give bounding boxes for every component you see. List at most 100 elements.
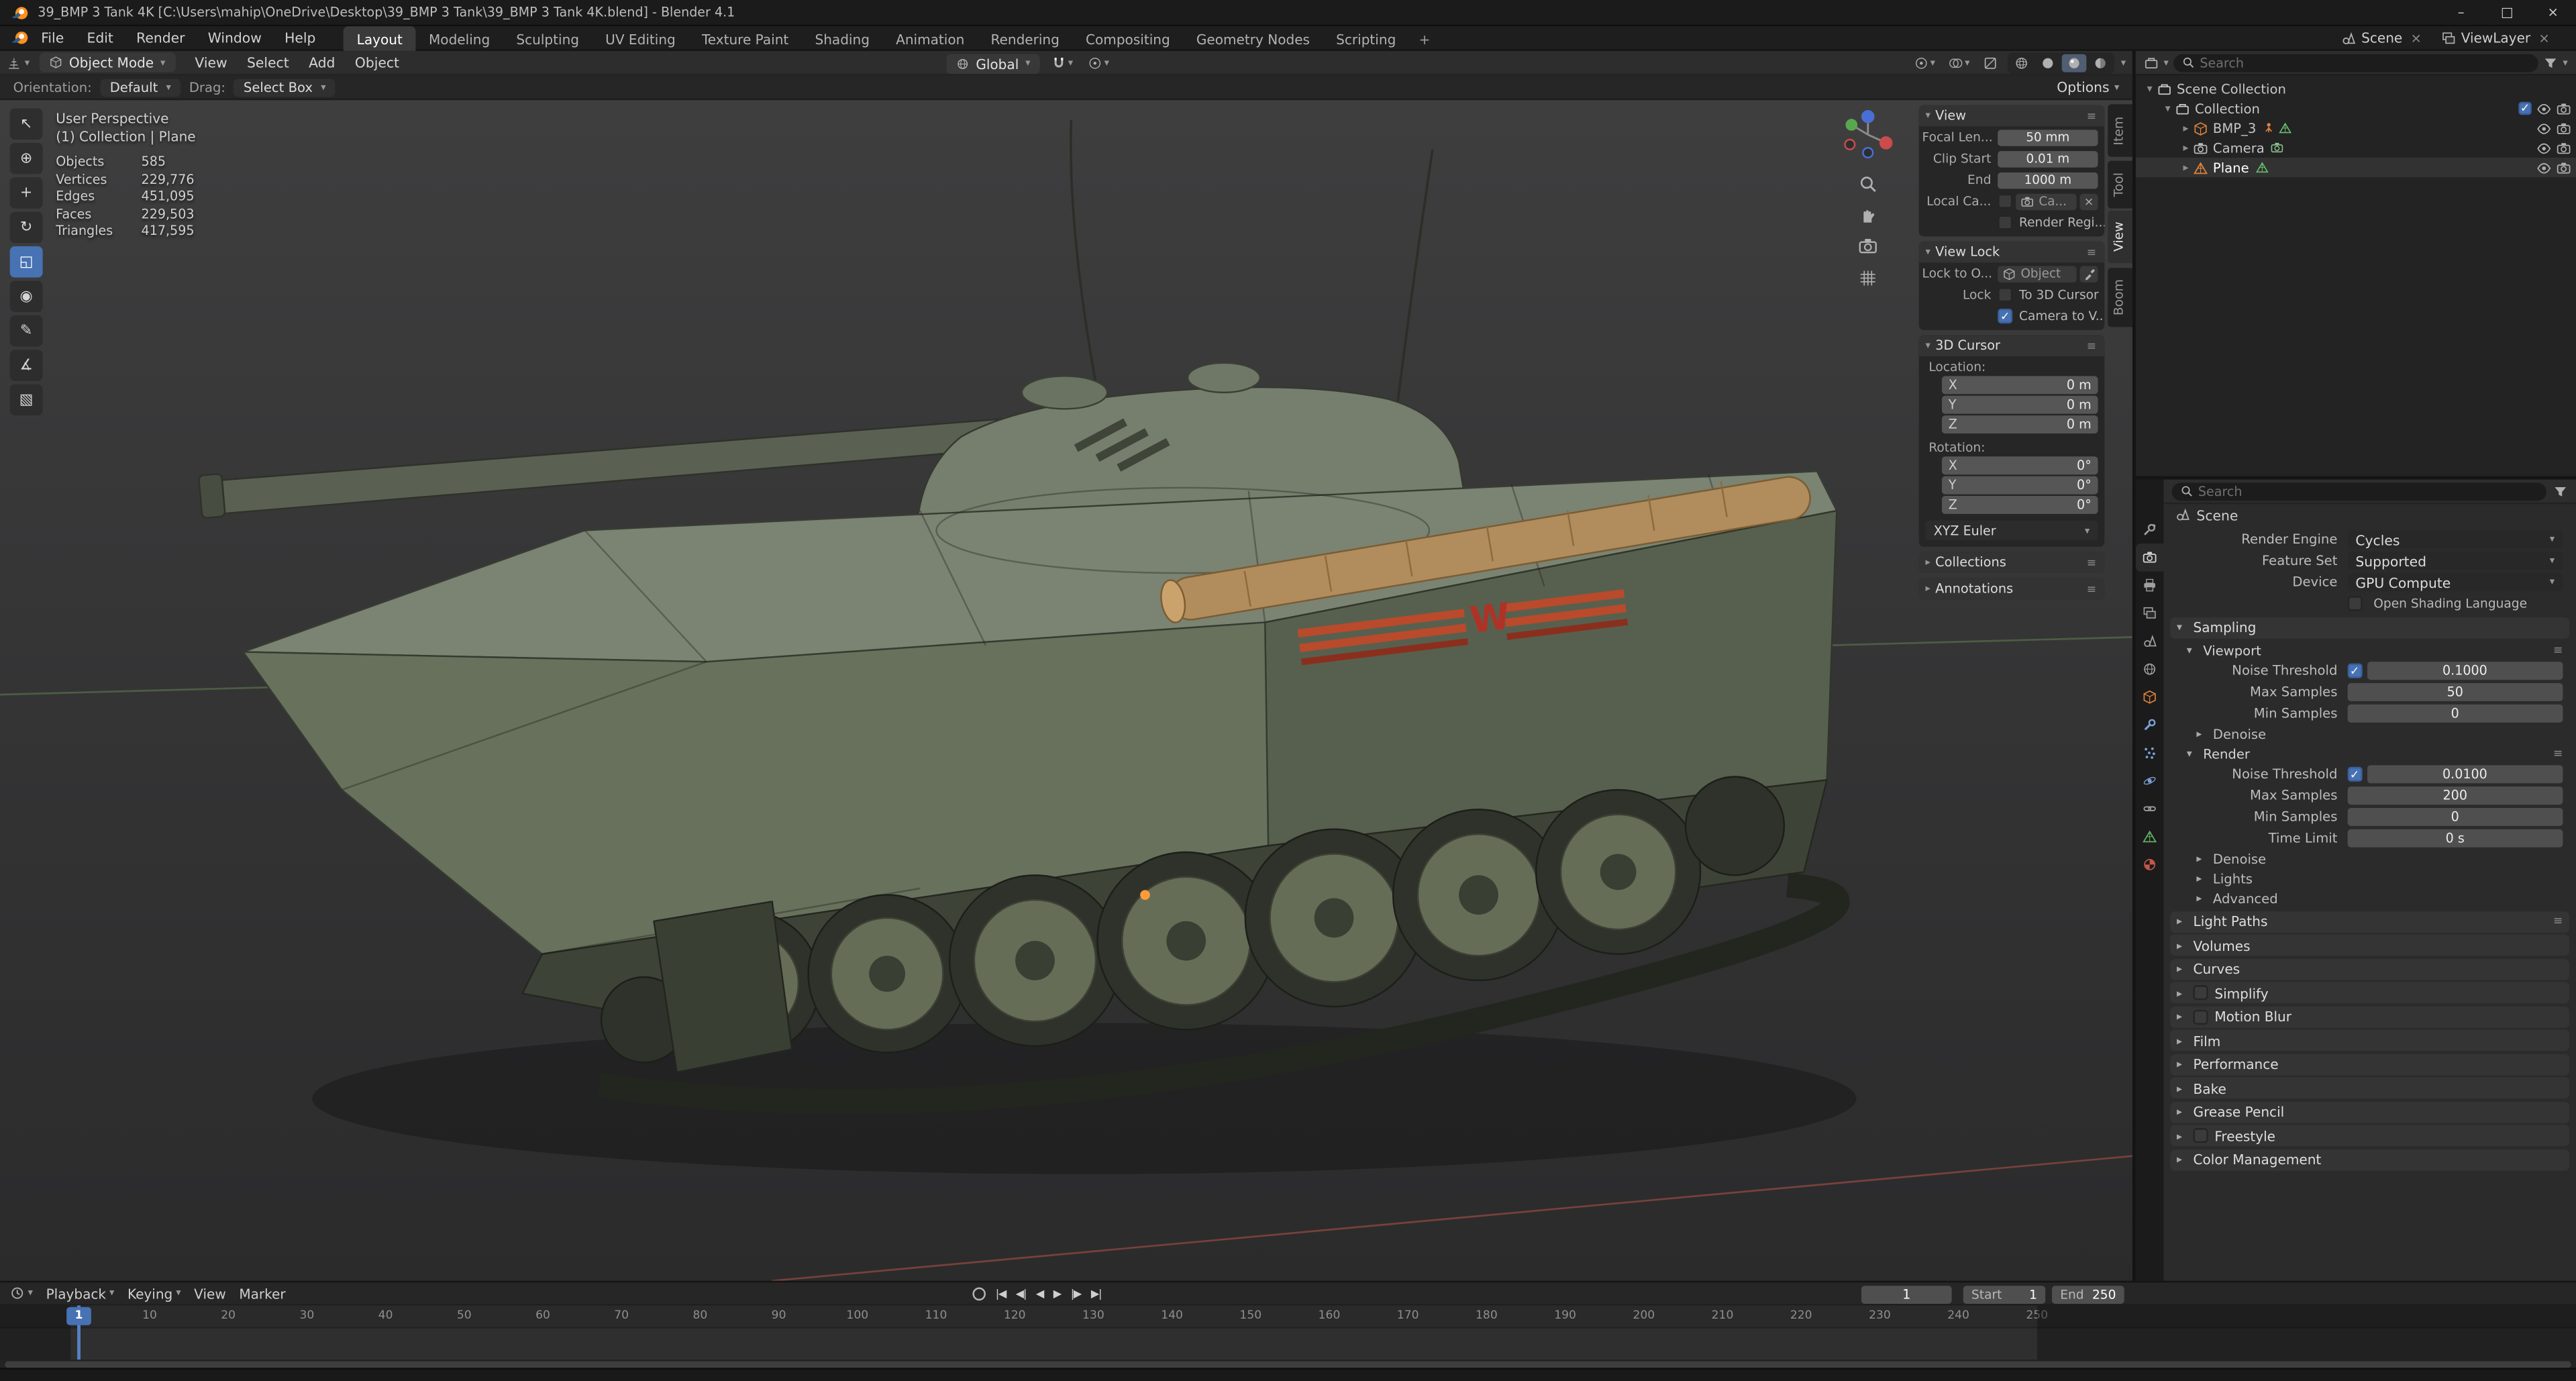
shading-material-button[interactable] xyxy=(2061,54,2087,72)
timeline-menu-view[interactable]: View xyxy=(187,1285,232,1301)
render-region-checkbox[interactable]: ✓ xyxy=(1998,215,2013,230)
frame-start-field[interactable]: Start 1 xyxy=(1963,1284,2046,1303)
chevron-right-icon[interactable]: ▸ xyxy=(2178,121,2193,135)
play-button[interactable]: ▶ xyxy=(1053,1288,1062,1301)
shading-dropdown-icon[interactable]: ▾ xyxy=(2121,58,2126,69)
sampling-render-header[interactable]: ▾ Render ≡ xyxy=(2163,744,2576,764)
panel-freestyle[interactable]: ▸ ✓ Freestyle xyxy=(2170,1125,2570,1147)
workspace-tab-compositing[interactable]: Compositing xyxy=(1072,25,1183,50)
axis-gizmo[interactable] xyxy=(1840,107,1896,162)
menu-file[interactable]: File xyxy=(30,25,75,50)
prev-keyframe-button[interactable]: ◀| xyxy=(1016,1288,1027,1301)
transform-orientation-select[interactable]: Global ▾ xyxy=(946,53,1041,73)
sidebar-tab-tool[interactable]: Tool xyxy=(2108,160,2132,208)
timeline-editor-type-button[interactable]: ▾ xyxy=(10,1286,33,1300)
panel-color-management[interactable]: ▸ Color Management xyxy=(2170,1148,2570,1170)
tank-model[interactable]: W xyxy=(198,119,1850,1114)
osl-checkbox[interactable]: ✓ xyxy=(2347,596,2363,611)
drag-grip-icon[interactable]: ≡ xyxy=(2087,582,2096,595)
snapping-toggle[interactable]: ▾ xyxy=(1048,54,1076,73)
tweak-select-tool-button[interactable]: ↖ xyxy=(9,108,43,140)
clear-camera-button[interactable]: × xyxy=(2079,193,2098,210)
filter-icon[interactable] xyxy=(2543,55,2558,70)
panel-performance[interactable]: ▸ Performance xyxy=(2170,1053,2570,1075)
device-select[interactable]: GPU Compute ▾ xyxy=(2347,573,2563,591)
workspace-tab-layout[interactable]: Layout xyxy=(344,25,416,50)
properties-tab-scene[interactable] xyxy=(2136,627,2164,656)
move-tool-button[interactable]: + xyxy=(9,177,43,209)
outliner-row-bmp-3[interactable]: ▸ BMP_3 xyxy=(2136,118,2576,138)
eyedropper-button[interactable] xyxy=(2079,265,2098,282)
menu-edit[interactable]: Edit xyxy=(75,25,125,50)
pan-button[interactable] xyxy=(1858,205,1877,225)
chevron-down-icon[interactable]: ▾ xyxy=(2143,82,2157,95)
collections-header[interactable]: ▸ Collections ≡ xyxy=(1918,552,2105,574)
outliner-row-camera[interactable]: ▸ Camera xyxy=(2136,138,2576,158)
add-workspace-button[interactable]: + xyxy=(1409,25,1440,50)
view-panel-header[interactable]: ▾ View ≡ xyxy=(1918,105,2105,127)
workspace-tab-rendering[interactable]: Rendering xyxy=(978,25,1073,50)
cursor-tool-button[interactable]: ⊕ xyxy=(9,142,43,174)
scale-tool-button[interactable]: ◱ xyxy=(9,246,43,278)
minimize-button[interactable]: – xyxy=(2438,0,2484,25)
chevron-down-icon[interactable]: ▾ xyxy=(2161,102,2175,115)
rotation-mode-select[interactable]: XYZ Euler ▾ xyxy=(1925,520,2098,541)
sidebar-tab-boom[interactable]: Boom xyxy=(2108,267,2132,327)
options-button[interactable]: Options ▾ xyxy=(2057,79,2119,95)
properties-tab-output[interactable] xyxy=(2136,572,2164,600)
vp-max-samples-field[interactable]: 50 xyxy=(2347,682,2563,701)
properties-tab-object[interactable] xyxy=(2136,683,2164,711)
timeline-menu-marker[interactable]: Marker xyxy=(233,1285,293,1301)
outliner-row-collection[interactable]: ▾ Collection ✓ xyxy=(2136,99,2576,118)
show-overlays-toggle[interactable]: ▾ xyxy=(1945,54,1973,73)
drag-grip-icon[interactable]: ≡ xyxy=(2087,556,2096,569)
panel-curves[interactable]: ▸ Curves xyxy=(2170,958,2570,980)
workspace-tab-uv-editing[interactable]: UV Editing xyxy=(593,25,689,50)
disable-render-icon[interactable] xyxy=(2557,140,2571,155)
lock-to-object-field[interactable]: Object xyxy=(1998,265,2077,282)
drag-grip-icon[interactable]: ≡ xyxy=(2553,915,2563,928)
rn-denoise-panel[interactable]: ▸ Denoise xyxy=(2163,849,2576,868)
drag-grip-icon[interactable]: ≡ xyxy=(2553,747,2563,760)
chevron-right-icon[interactable]: ▸ xyxy=(2178,161,2193,174)
cursor-rotation-y-field[interactable]: Y 0° xyxy=(1941,476,2098,495)
blender-menu-icon[interactable] xyxy=(10,28,30,48)
drag-grip-icon[interactable]: ≡ xyxy=(2087,246,2096,259)
viewport-menu-add[interactable]: Add xyxy=(299,54,345,70)
rn-time-limit-field[interactable]: 0 s xyxy=(2347,829,2563,848)
playhead-chip[interactable]: 1 xyxy=(66,1307,91,1325)
panel-film[interactable]: ▸ Film xyxy=(2170,1029,2570,1052)
transform-tool-button[interactable]: ◉ xyxy=(9,280,43,312)
add-cube-tool-button[interactable]: ▧ xyxy=(9,384,43,416)
cursor-rotation-z-field[interactable]: Z 0° xyxy=(1941,496,2098,514)
current-frame-field[interactable]: 1 xyxy=(1861,1284,1952,1303)
menu-window[interactable]: Window xyxy=(197,25,273,50)
feature-set-select[interactable]: Supported ▾ xyxy=(2347,552,2563,570)
maximize-button[interactable]: □ xyxy=(2484,0,2530,25)
shading-rendered-button[interactable] xyxy=(2088,54,2113,72)
properties-tab-object-data[interactable] xyxy=(2136,823,2164,851)
hide-viewport-icon[interactable] xyxy=(2536,101,2551,115)
hide-viewport-icon[interactable] xyxy=(2536,160,2551,175)
properties-tab-world[interactable] xyxy=(2136,655,2164,683)
viewport-3d[interactable]: W ↖ ⊕ + ↻ ◱ ◉ ✎ ∡ ▧ User Perspective (1) Collect… xyxy=(0,100,2132,1281)
view-layer-selector[interactable]: ViewLayer × xyxy=(2441,30,2553,46)
properties-tab-material[interactable] xyxy=(2136,851,2164,879)
workspace-tab-shading[interactable]: Shading xyxy=(802,25,883,50)
render-engine-select[interactable]: Cycles ▾ xyxy=(2347,530,2563,549)
cursor-location-y-field[interactable]: Y 0 m xyxy=(1941,395,2098,414)
properties-tab-constraints[interactable] xyxy=(2136,795,2164,823)
drag-grip-icon[interactable]: ≡ xyxy=(2553,644,2563,657)
sidebar-tab-view[interactable]: View xyxy=(2108,211,2132,264)
filter-icon[interactable] xyxy=(2553,484,2568,499)
outliner-row-scene-collection[interactable]: ▾ Scene Collection xyxy=(2136,79,2576,98)
to-3d-cursor-checkbox[interactable]: ✓ xyxy=(1998,287,2013,303)
viewport-menu-view[interactable]: View xyxy=(185,54,238,70)
scene-selector[interactable]: Scene × xyxy=(2342,30,2425,46)
vp-noise-threshold-field[interactable]: 0.1000 xyxy=(2367,662,2563,680)
disable-render-icon[interactable] xyxy=(2557,101,2571,115)
hide-viewport-icon[interactable] xyxy=(2536,140,2551,155)
jump-end-button[interactable]: ▶| xyxy=(1091,1288,1102,1301)
properties-tab-tool[interactable] xyxy=(2136,515,2164,544)
menu-help[interactable]: Help xyxy=(273,25,327,50)
